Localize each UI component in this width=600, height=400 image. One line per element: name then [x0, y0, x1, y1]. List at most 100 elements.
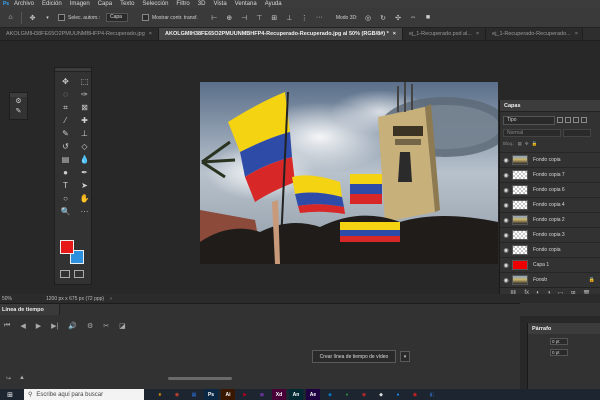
taskbar-app-icon[interactable]: Ai — [221, 389, 235, 400]
windows-start-icon[interactable]: ⊞ — [4, 389, 16, 400]
eye-icon[interactable]: ◉ — [500, 232, 512, 239]
lock-pixels-icon[interactable]: ▦ — [518, 141, 522, 147]
crop-tool-icon[interactable]: ⌗ — [57, 102, 74, 114]
taskbar-app-icon[interactable]: An — [289, 389, 303, 400]
taskbar-app-icon[interactable]: ● — [391, 389, 405, 400]
taskbar-app-icon[interactable]: ◧ — [425, 389, 439, 400]
layer-row[interactable]: ◉ Fondo copia 6 — [500, 182, 600, 197]
taskbar-app-icon[interactable]: Ps — [204, 389, 218, 400]
document-tab[interactable]: AKOLGMIH38FE65O2PMUUNMBHFP4-Recuperado-R… — [159, 28, 403, 40]
menu-item-edición[interactable]: Edición — [38, 0, 66, 8]
close-icon[interactable]: × — [476, 31, 479, 37]
gradient-tool-icon[interactable]: ▤ — [57, 154, 74, 166]
document-tab[interactable]: AKOLGMIH38FE65O2PMUUNMBHFP4-Recuperado.j… — [0, 28, 159, 40]
filter-shape-icon[interactable] — [581, 117, 587, 123]
camera-3d-icon[interactable]: ■ — [424, 13, 433, 22]
eye-icon[interactable]: ◉ — [500, 202, 512, 209]
lock-all-icon[interactable]: 🔒 — [532, 141, 538, 147]
brush-settings-icon[interactable]: ⚙ — [10, 97, 27, 107]
menu-item-ayuda[interactable]: Ayuda — [261, 0, 286, 8]
autoselect-checkbox[interactable]: Selec. autom.: — [58, 14, 100, 21]
layer-row[interactable]: ◉ Fondo copia 2 — [500, 212, 600, 227]
eye-icon[interactable]: ◉ — [500, 217, 512, 224]
next-frame-icon[interactable]: ▶| — [51, 322, 58, 330]
taskbar-app-icon[interactable]: ◆ — [323, 389, 337, 400]
document-tab[interactable]: ej_1-Recuperado-Recuperado... × — [486, 28, 584, 40]
color-swatches[interactable] — [60, 240, 88, 266]
marquee-tool-icon[interactable]: ⬚ — [76, 76, 93, 88]
menu-item-capa[interactable]: Capa — [94, 0, 116, 8]
align-center-icon[interactable]: ⊕ — [225, 13, 234, 22]
eyedropper-tool-icon[interactable]: ⁄ — [57, 115, 74, 127]
close-icon[interactable]: × — [575, 31, 578, 37]
eye-icon[interactable]: ◉ — [500, 262, 512, 269]
align-middle-icon[interactable]: ⊞ — [270, 13, 279, 22]
space-field[interactable]: 0 pt — [550, 349, 568, 356]
quick-mask-icon[interactable] — [60, 270, 70, 278]
close-icon[interactable]: × — [393, 31, 396, 37]
checkbox-icon[interactable] — [58, 14, 65, 21]
brush-tool-icon[interactable]: ✎ — [57, 128, 74, 140]
eraser-tool-icon[interactable]: ◇ — [76, 141, 93, 153]
taskbar-app-icon[interactable]: e — [153, 389, 167, 400]
filter-adjust-icon[interactable] — [565, 117, 571, 123]
distribute-icon[interactable]: ⋮ — [300, 13, 309, 22]
filter-pixel-icon[interactable] — [557, 117, 563, 123]
create-video-timeline-button[interactable]: Crear línea de tiempo de vídeo — [312, 350, 396, 363]
taskbar-app-icon[interactable]: Xd — [272, 389, 286, 400]
taskbar-app-icon[interactable]: ● — [340, 389, 354, 400]
taskbar-app-icon[interactable]: ◉ — [408, 389, 422, 400]
layer-row[interactable]: ◉ Fondo copia 3 — [500, 227, 600, 242]
taskbar-app-icon[interactable]: Ae — [306, 389, 320, 400]
transform-controls-checkbox[interactable]: Mostrar contr. transf. — [141, 14, 198, 21]
layer-row[interactable]: ◉ Fondo copia — [500, 152, 600, 167]
eye-icon[interactable]: ◉ — [500, 172, 512, 179]
close-icon[interactable]: × — [149, 31, 152, 37]
layer-row[interactable]: ◉ Fondo copia 7 — [500, 167, 600, 182]
document-tab[interactable]: ej_1-Recuperado.psd al... × — [402, 28, 487, 40]
clone-stamp-icon[interactable]: ⊥ — [76, 128, 93, 140]
taskbar-app-icon[interactable]: ▦ — [187, 389, 201, 400]
first-frame-icon[interactable]: ⏮ — [4, 322, 10, 330]
play-icon[interactable]: ▶ — [36, 322, 41, 330]
audio-icon[interactable]: 🔊 — [68, 322, 77, 330]
taskbar-app-icon[interactable]: ◉ — [170, 389, 184, 400]
eye-icon[interactable]: ◉ — [500, 187, 512, 194]
transition-icon[interactable]: ◪ — [119, 322, 126, 330]
more-tools-icon[interactable]: ··· — [76, 206, 93, 218]
taskbar-app-icon[interactable]: ◉ — [357, 389, 371, 400]
opacity-field[interactable] — [563, 128, 591, 137]
autoselect-dropdown[interactable]: Capa — [105, 13, 128, 22]
menu-item-selección[interactable]: Selección — [138, 0, 172, 8]
menu-item-ventana[interactable]: Ventana — [231, 0, 261, 8]
indent-field[interactable]: 0 pt — [550, 338, 568, 345]
eye-icon[interactable]: ◉ — [500, 157, 512, 164]
hand-tool-icon[interactable]: ✋ — [76, 193, 93, 205]
render-icon[interactable]: ↪ — [6, 375, 11, 382]
move-tool-icon[interactable]: ✥ — [57, 76, 74, 88]
dodge-tool-icon[interactable]: ● — [57, 167, 74, 179]
settings-icon[interactable]: ⚙ — [87, 322, 93, 330]
filter-type-icon[interactable] — [573, 117, 579, 123]
lock-position-icon[interactable]: ✥ — [525, 141, 529, 147]
taskbar-app-icon[interactable]: ◼ — [255, 389, 269, 400]
history-brush-icon[interactable]: ↺ — [57, 141, 74, 153]
menu-item-vista[interactable]: Vista — [209, 0, 230, 8]
blur-tool-icon[interactable]: 💧 — [76, 154, 93, 166]
menu-item-filtro[interactable]: Filtro — [172, 0, 193, 8]
taskbar-search-box[interactable]: ⚲ Escribe aquí para buscar — [24, 389, 144, 400]
menu-item-imagen[interactable]: Imagen — [66, 0, 94, 8]
taskbar-app-icon[interactable]: ▶ — [238, 389, 252, 400]
chevron-down-icon[interactable]: ▾ — [400, 351, 410, 362]
move-tool-icon[interactable]: ✥ — [28, 13, 37, 22]
document-canvas[interactable] — [200, 82, 498, 264]
lasso-tool-icon[interactable]: ◌ — [57, 89, 74, 101]
align-left-icon[interactable]: ⊢ — [210, 13, 219, 22]
eye-icon[interactable]: ◉ — [500, 247, 512, 254]
timeline-tab[interactable]: Línea de tiempo — [0, 304, 60, 315]
pan-3d-icon[interactable]: ✣ — [394, 13, 403, 22]
layer-row[interactable]: ◉ Fondo copia — [500, 242, 600, 257]
align-top-icon[interactable]: ⊤ — [255, 13, 264, 22]
eye-icon[interactable]: ◉ — [500, 277, 512, 284]
orbit-3d-icon[interactable]: ◎ — [364, 13, 373, 22]
